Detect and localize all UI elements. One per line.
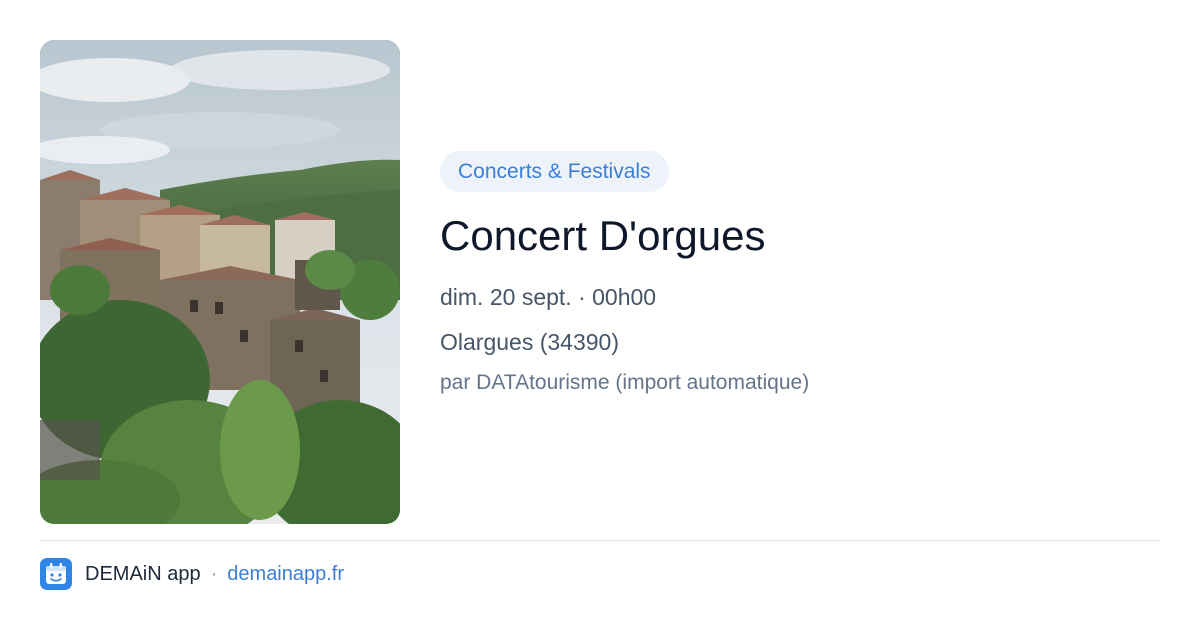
event-title: Concert D'orgues — [440, 212, 766, 259]
event-datetime: dim. 20 sept. · 00h00 — [440, 284, 657, 310]
demain-app-logo-icon — [40, 558, 72, 590]
village-landscape-image — [40, 40, 400, 524]
event-location: Olargues (34390) — [440, 329, 619, 355]
event-source: par DATAtourisme (import automatique) — [440, 371, 810, 394]
app-website-link[interactable]: demainapp.fr — [227, 563, 344, 586]
event-photo — [40, 40, 400, 524]
event-card: Concerts & Festivals Concert D'orgues di… — [0, 0, 1200, 630]
footer-separator: · — [210, 562, 218, 585]
footer: DEMAiN app · demainapp.fr — [40, 558, 344, 590]
event-details: Concerts & Festivals Concert D'orgues di… — [440, 151, 1160, 397]
footer-divider — [40, 540, 1160, 541]
app-name: DEMAiN app — [85, 562, 201, 585]
category-badge[interactable]: Concerts & Festivals — [440, 151, 669, 192]
